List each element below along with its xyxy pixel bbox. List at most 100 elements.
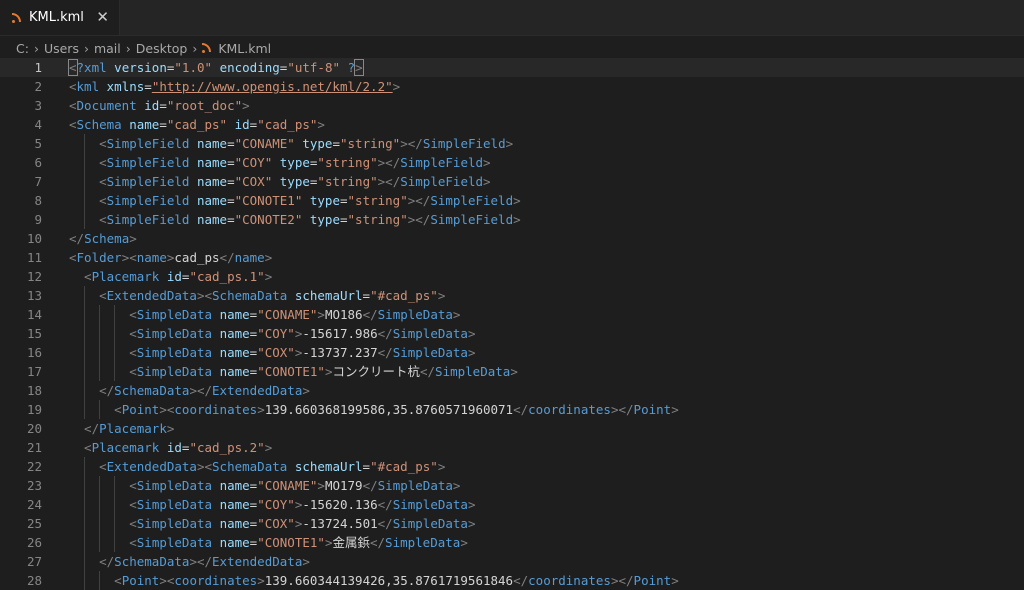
code-content: <?xml version="1.0" encoding="utf-8" ?> bbox=[68, 58, 364, 77]
code-token: < bbox=[99, 459, 107, 474]
code-line[interactable]: 12 <Placemark id="cad_ps.1"> bbox=[0, 267, 1024, 286]
code-line[interactable]: 5 <SimpleField name="CONAME" type="string… bbox=[0, 134, 1024, 153]
code-line[interactable]: 4 <Schema name="cad_ps" id="cad_ps"> bbox=[0, 115, 1024, 134]
code-token: "CONOTE1" bbox=[257, 535, 325, 550]
code-line[interactable]: 11 <Folder><name>cad_ps</name> bbox=[0, 248, 1024, 267]
chevron-right-icon: › bbox=[125, 40, 131, 56]
code-token: </ bbox=[618, 402, 634, 417]
code-content: <SimpleField name="COX" type="string"></… bbox=[99, 172, 490, 191]
code-content: <Document id="root_doc"> bbox=[69, 96, 250, 115]
code-line[interactable]: 16 <SimpleData name="COX">-13737.237</Sim… bbox=[0, 343, 1024, 362]
code-token: Point bbox=[121, 402, 160, 417]
code-line[interactable]: 8 <SimpleField name="CONOTE1" type="strin… bbox=[0, 191, 1024, 210]
breadcrumb-desktop[interactable]: Desktop bbox=[136, 41, 188, 56]
line-number: 28 bbox=[26, 573, 42, 588]
indent-guide bbox=[84, 286, 86, 305]
code-editor[interactable]: 1 <?xml version="1.0" encoding="utf-8" ?>… bbox=[0, 58, 1024, 590]
code-token: </ bbox=[196, 554, 213, 569]
code-line[interactable]: 26 <SimpleData name="CONOTE1">金属鋲</Simple… bbox=[0, 533, 1024, 552]
code-token: id bbox=[144, 98, 160, 113]
code-token: name bbox=[196, 193, 228, 208]
code-line[interactable]: 6 <SimpleField name="COY" type="string"><… bbox=[0, 153, 1024, 172]
code-token: < bbox=[204, 459, 213, 474]
line-number: 15 bbox=[26, 326, 42, 341]
code-token: Folder bbox=[76, 250, 122, 265]
breadcrumb-users[interactable]: Users bbox=[44, 41, 79, 56]
code-token: </ bbox=[362, 478, 378, 493]
code-token: name bbox=[219, 326, 250, 341]
line-number: 7 bbox=[34, 174, 42, 189]
breadcrumb-drive[interactable]: C: bbox=[16, 41, 29, 56]
code-token: </ bbox=[513, 402, 529, 417]
code-token: "COX" bbox=[234, 174, 273, 189]
tab-kml-file[interactable]: KML.kml ✕ bbox=[0, 0, 120, 35]
line-number: 10 bbox=[26, 231, 42, 246]
code-token: SimpleField bbox=[106, 193, 190, 208]
code-line[interactable]: 25 <SimpleData name="COX">-13724.501</Sim… bbox=[0, 514, 1024, 533]
code-token: version bbox=[114, 60, 167, 75]
line-number: 27 bbox=[26, 554, 42, 569]
indent-guide bbox=[84, 533, 86, 552]
code-token: SimpleField bbox=[400, 155, 484, 170]
code-line[interactable]: 23 <SimpleData name="CONAME">MO179</Simpl… bbox=[0, 476, 1024, 495]
rss-icon bbox=[202, 43, 212, 53]
close-icon[interactable]: ✕ bbox=[96, 8, 109, 26]
code-token: SchemaData bbox=[114, 383, 190, 398]
code-line[interactable]: 3 <Document id="root_doc"> bbox=[0, 96, 1024, 115]
breadcrumb-file[interactable]: KML.kml bbox=[218, 41, 271, 56]
code-content: <ExtendedData><SchemaData schemaUrl="#ca… bbox=[99, 286, 445, 305]
code-line[interactable]: 9 <SimpleField name="CONOTE2" type="strin… bbox=[0, 210, 1024, 229]
code-line[interactable]: 18 </SchemaData></ExtendedData> bbox=[0, 381, 1024, 400]
code-line[interactable]: 14 <SimpleData name="CONAME">MO186</Simpl… bbox=[0, 305, 1024, 324]
breadcrumb-mail[interactable]: mail bbox=[94, 41, 121, 56]
code-line[interactable]: 2 <kml xmlns="http://www.opengis.net/kml/… bbox=[0, 77, 1024, 96]
code-line[interactable]: 28 <Point><coordinates>139.660344139426,3… bbox=[0, 571, 1024, 590]
code-token: < bbox=[99, 212, 107, 227]
code-line[interactable]: 7 <SimpleField name="COX" type="string"><… bbox=[0, 172, 1024, 191]
code-line[interactable]: 17 <SimpleData name="CONOTE1">コンクリート杭</Si… bbox=[0, 362, 1024, 381]
code-token: </ bbox=[377, 345, 393, 360]
code-token: -13724.501 bbox=[302, 516, 378, 531]
code-token: > bbox=[317, 307, 325, 322]
code-line[interactable]: 21 <Placemark id="cad_ps.2"> bbox=[0, 438, 1024, 457]
code-line[interactable]: 13 <ExtendedData><SchemaData schemaUrl="#… bbox=[0, 286, 1024, 305]
code-token: ExtendedData bbox=[106, 288, 197, 303]
code-token: > bbox=[257, 573, 265, 588]
code-token: < bbox=[99, 155, 107, 170]
code-line[interactable]: 24 <SimpleData name="COY">-15620.136</Sim… bbox=[0, 495, 1024, 514]
code-token: name bbox=[219, 497, 250, 512]
code-token: </ bbox=[99, 383, 115, 398]
code-content: <SimpleData name="COX">-13724.501</Simpl… bbox=[129, 514, 475, 533]
line-number: 26 bbox=[26, 535, 42, 550]
code-token: SimpleData bbox=[377, 478, 453, 493]
code-token: < bbox=[129, 326, 137, 341]
code-line[interactable]: 27 </SchemaData></ExtendedData> bbox=[0, 552, 1024, 571]
indent-guide bbox=[84, 362, 86, 381]
code-token: -13737.237 bbox=[302, 345, 378, 360]
code-line[interactable]: 20 </Placemark> bbox=[0, 419, 1024, 438]
code-line[interactable]: 22 <ExtendedData><SchemaData schemaUrl="#… bbox=[0, 457, 1024, 476]
code-line[interactable]: 15 <SimpleData name="COY">-15617.986</Sim… bbox=[0, 324, 1024, 343]
code-token: </ bbox=[415, 212, 431, 227]
code-line[interactable]: 19 <Point><coordinates>139.660368199586,3… bbox=[0, 400, 1024, 419]
chevron-right-icon: › bbox=[83, 40, 89, 56]
code-token: = bbox=[332, 136, 340, 151]
line-number: 21 bbox=[26, 440, 42, 455]
code-line[interactable]: 1 <?xml version="1.0" encoding="utf-8" ?> bbox=[0, 58, 1024, 77]
code-token: > bbox=[505, 136, 514, 151]
code-token: > bbox=[354, 59, 364, 76]
indent-guide bbox=[99, 305, 101, 324]
code-token: </ bbox=[362, 307, 378, 322]
code-token: </ bbox=[84, 421, 100, 436]
code-token: Placemark bbox=[91, 440, 160, 455]
code-token: = bbox=[227, 155, 235, 170]
code-content: <Point><coordinates>139.660344139426,35.… bbox=[114, 571, 679, 590]
indent-guide bbox=[99, 476, 101, 495]
code-content: <kml xmlns="http://www.opengis.net/kml/2… bbox=[69, 77, 400, 96]
code-token: SimpleData bbox=[392, 516, 468, 531]
code-token: < bbox=[129, 535, 137, 550]
code-line[interactable]: 10 </Schema> bbox=[0, 229, 1024, 248]
code-token: Point bbox=[633, 402, 672, 417]
